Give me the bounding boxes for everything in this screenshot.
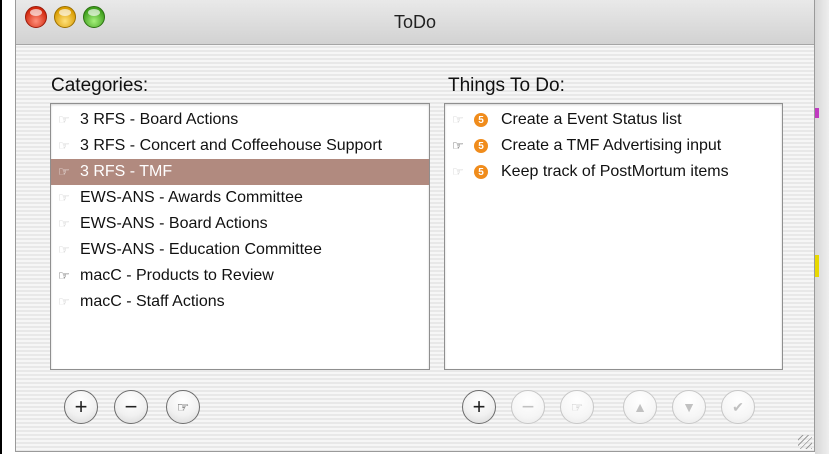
category-item-label: 3 RFS - TMF (80, 163, 173, 180)
categories-list[interactable]: ☞ 3 RFS - Board Actions ☞ 3 RFS - Concert a… (50, 103, 430, 370)
category-item-label: 3 RFS - Concert and Coffeehouse Support (80, 137, 383, 154)
category-item[interactable]: ☞ macC - Staff Actions (51, 289, 429, 315)
hand-icon[interactable]: ☞ (58, 242, 80, 258)
todo-item-label: Keep track of PostMortum items (501, 163, 729, 180)
title-bar[interactable]: ToDo (16, 0, 814, 45)
category-item[interactable]: ☞ 3 RFS - TMF (51, 159, 429, 185)
hand-icon[interactable]: ☞ (452, 138, 474, 154)
todo-item-label: Create a TMF Advertising input (501, 137, 722, 154)
category-item-label: EWS-ANS - Education Committee (80, 241, 322, 258)
todo-list[interactable]: ☞ 5 Create a Event Status list ☞ 5 Create a T… (444, 103, 783, 370)
remove-todo-button[interactable]: − (511, 390, 545, 424)
category-item[interactable]: ☞ EWS-ANS - Education Committee (51, 237, 429, 263)
window-title: ToDo (393, 12, 437, 32)
hand-icon[interactable]: ☞ (58, 268, 80, 284)
todo-window: ToDo Categories: Things To Do: ☞ 3 RFS - … (15, 0, 815, 452)
category-item-label: 3 RFS - Board Actions (80, 111, 239, 128)
hand-icon[interactable]: ☞ (58, 138, 80, 154)
category-item[interactable]: ☞ 3 RFS - Board Actions (51, 107, 429, 133)
todo-item[interactable]: ☞ 5 Create a Event Status list (445, 107, 782, 133)
hand-icon[interactable]: ☞ (58, 190, 80, 206)
hand-icon[interactable]: ☞ (58, 294, 80, 310)
hand-icon[interactable]: ☞ (452, 112, 474, 128)
category-item-label: macC - Staff Actions (80, 293, 225, 310)
category-item-label: macC - Products to Review (80, 267, 274, 284)
down-arrow-icon: ▼ (682, 399, 696, 415)
up-arrow-icon: ▲ (633, 399, 647, 415)
hand-icon[interactable]: ☞ (58, 216, 80, 232)
desktop-decoration (815, 108, 819, 118)
category-item-label: EWS-ANS - Board Actions (80, 215, 268, 232)
move-down-button[interactable]: ▼ (672, 390, 706, 424)
todo-item-label: Create a Event Status list (501, 111, 682, 128)
resize-handle[interactable] (798, 435, 812, 449)
todo-label: Things To Do: (448, 75, 565, 96)
todo-item[interactable]: ☞ 5 Create a TMF Advertising input (445, 133, 782, 159)
complete-button[interactable]: ✔ (721, 390, 755, 424)
category-item[interactable]: ☞ 3 RFS - Concert and Coffeehouse Support (51, 133, 429, 159)
priority-badge[interactable]: 5 (474, 165, 488, 179)
category-item[interactable]: ☞ macC - Products to Review (51, 263, 429, 289)
remove-category-button[interactable]: − (114, 390, 148, 424)
mark-todo-button[interactable]: ☞ (560, 390, 594, 424)
category-item-label: EWS-ANS - Awards Committee (80, 189, 303, 206)
hand-icon[interactable]: ☞ (58, 112, 80, 128)
priority-badge[interactable]: 5 (474, 113, 488, 127)
desktop-decoration (815, 255, 819, 277)
desktop-background (815, 0, 829, 454)
categories-label: Categories: (51, 75, 149, 96)
hand-icon[interactable]: ☞ (58, 164, 80, 180)
hand-icon: ☞ (176, 398, 190, 415)
todo-item[interactable]: ☞ 5 Keep track of PostMortum items (445, 159, 782, 185)
hand-icon: ☞ (570, 398, 584, 415)
move-up-button[interactable]: ▲ (623, 390, 657, 424)
checkmark-icon: ✔ (732, 398, 744, 415)
category-item[interactable]: ☞ EWS-ANS - Awards Committee (51, 185, 429, 211)
category-item[interactable]: ☞ EWS-ANS - Board Actions (51, 211, 429, 237)
priority-badge[interactable]: 5 (474, 139, 488, 153)
hand-icon[interactable]: ☞ (452, 164, 474, 180)
add-category-button[interactable]: + (64, 390, 98, 424)
mark-category-button[interactable]: ☞ (166, 390, 200, 424)
add-todo-button[interactable]: + (462, 390, 496, 424)
